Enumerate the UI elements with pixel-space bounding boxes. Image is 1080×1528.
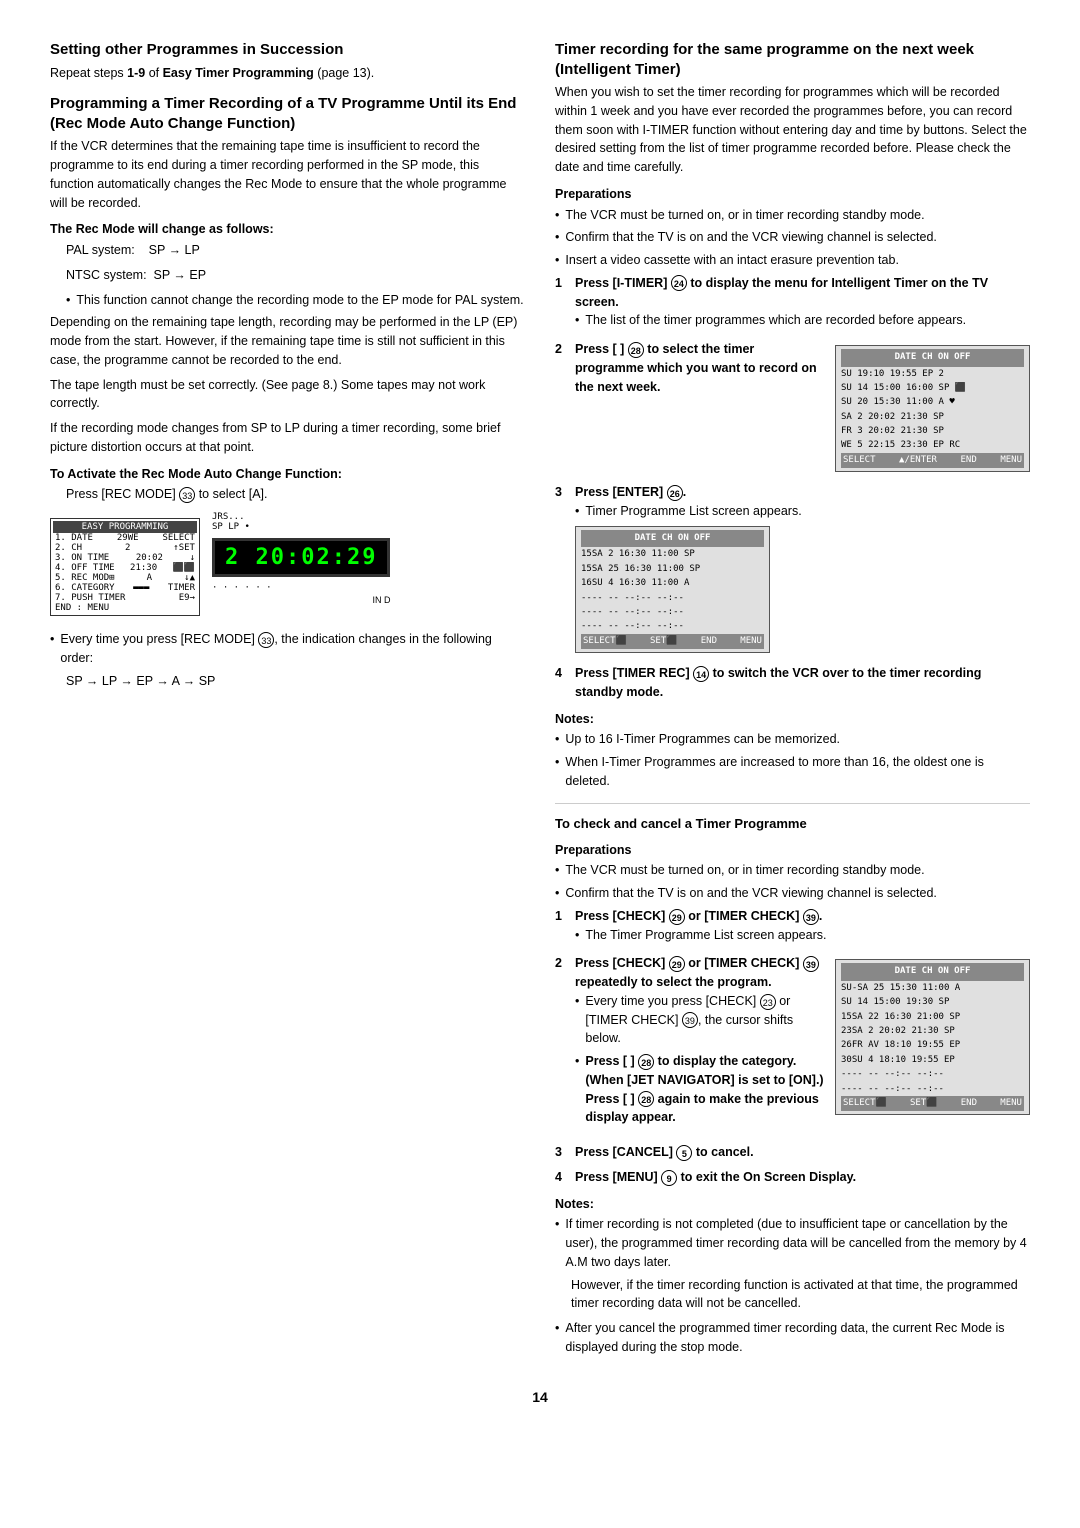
it-note2: • When I-Timer Programmes are increased … xyxy=(555,753,1030,791)
it-note1: • Up to 16 I-Timer Programmes can be mem… xyxy=(555,730,1030,749)
rec-mode-body2: Depending on the remaining tape length, … xyxy=(50,313,525,369)
it-step2: 2 Press [ ] 28 to select the timer progr… xyxy=(555,340,825,396)
activate-label: To Activate the Rec Mode Auto Change Fun… xyxy=(50,465,525,484)
cc-preparations-label: Preparations xyxy=(555,841,1030,860)
rec-mode-change-label: The Rec Mode will change as follows: xyxy=(50,220,525,239)
section-intelligent-timer: Timer recording for the same programme o… xyxy=(555,40,1030,791)
pal-system: PAL system: SP → LP xyxy=(66,241,525,260)
easy-prog-row5: 5. REC MOD⊞A↓▲ xyxy=(53,573,197,583)
easy-prog-row1: 1. DATE29WESELECT xyxy=(53,533,197,543)
rec-mode-body3: The tape length must be set correctly. (… xyxy=(50,376,525,414)
cc-osd1: DATE CH ON OFF SU-SA 25 15:30 11:00 A SU… xyxy=(835,959,1030,1115)
section-rec-mode-title: Programming a Timer Recording of a TV Pr… xyxy=(50,94,525,133)
cc-step2-content: 2 Press [CHECK] 29 or [TIMER CHECK] 39 r… xyxy=(555,954,825,1137)
intelligent-timer-title: Timer recording for the same programme o… xyxy=(555,40,1030,79)
it-osd2-header: DATE CH ON OFF xyxy=(581,530,764,548)
it-step3: 3 Press [ENTER] 26. • Timer Programme Li… xyxy=(555,483,1030,658)
easy-prog-row3: 3. ON TIME20:02↓ xyxy=(53,553,197,563)
it-osd1: DATE CH ON OFF SU 19:10 19:55 EP 2 SU 14… xyxy=(835,345,1030,472)
left-column: Setting other Programmes in Succession R… xyxy=(50,40,525,1369)
cc-final-note3: • After you cancel the programmed timer … xyxy=(555,1319,1030,1357)
it-step2-content: 2 Press [ ] 28 to select the timer progr… xyxy=(555,340,825,402)
display-unit: JRS...SP LP • 2 20:02:29 · · · · · · IN … xyxy=(212,512,390,605)
display-jrs: JRS...SP LP • xyxy=(212,512,390,532)
it-osd1-header: DATE CH ON OFF xyxy=(841,349,1024,367)
display-indicator: IN D xyxy=(212,595,390,605)
it-step1: 1 Press [I-TIMER] 24 to display the menu… xyxy=(555,274,1030,334)
it-notes-label: Notes: xyxy=(555,710,1030,729)
it-prep2: • Confirm that the TV is on and the VCR … xyxy=(555,228,1030,247)
rec-mode-note1: • This function cannot change the record… xyxy=(66,291,525,310)
cc-bullet-cat: • Press [ ] 28 to display the category. … xyxy=(575,1052,825,1127)
section-succession: Setting other Programmes in Succession R… xyxy=(50,40,525,82)
it-preparations-label: Preparations xyxy=(555,185,1030,204)
it-osd1-footer: SELECT▲/ENTERENDMENU xyxy=(841,453,1024,469)
cc-osd1-footer: SELECT⬛SET⬛ENDMENU xyxy=(841,1096,1024,1112)
easy-prog-row7: 7. PUSH TIMERE9→ xyxy=(53,593,197,603)
cc-step4: 4 Press [MENU] 9 to exit the On Screen D… xyxy=(555,1168,1030,1187)
cc-final-note2: However, if the timer recording function… xyxy=(571,1276,1030,1314)
cc-step2-row: 2 Press [CHECK] 29 or [TIMER CHECK] 39 r… xyxy=(555,954,1030,1137)
easy-prog-title: EASY PROGRAMMING xyxy=(53,521,197,533)
easy-prog-osd: EASY PROGRAMMING 1. DATE29WESELECT 2. CH… xyxy=(50,518,200,616)
it-prep3: • Insert a video cassette with an intact… xyxy=(555,251,1030,270)
display-time: 2 20:02:29 xyxy=(212,538,390,577)
cc-final-note1: • If timer recording is not completed (d… xyxy=(555,1215,1030,1271)
cc-step2: 2 Press [CHECK] 29 or [TIMER CHECK] 39 r… xyxy=(555,954,825,1131)
intelligent-timer-intro: When you wish to set the timer recording… xyxy=(555,83,1030,177)
cc-step3: 3 Press [CANCEL] 5 to cancel. xyxy=(555,1143,1030,1162)
rec-mode-body4: If the recording mode changes from SP to… xyxy=(50,419,525,457)
rec-mode-formula: SP → LP → EP → A → SP xyxy=(66,672,525,691)
section-succession-title: Setting other Programmes in Succession xyxy=(50,40,525,60)
display-dots: · · · · · · xyxy=(212,583,390,593)
it-prep1: • The VCR must be turned on, or in timer… xyxy=(555,206,1030,225)
section-check-cancel: To check and cancel a Timer Programme Pr… xyxy=(555,816,1030,1357)
it-step4: 4 Press [TIMER REC] 14 to switch the VCR… xyxy=(555,664,1030,702)
easy-prog-row-end: END : MENU xyxy=(53,603,197,613)
easy-prog-row2: 2. CH2↑SET xyxy=(53,543,197,553)
ntsc-system: NTSC system: SP → EP xyxy=(66,266,525,285)
activate-body: Press [REC MODE] 33 to select [A]. xyxy=(66,485,525,504)
easy-prog-row6: 6. CATEGORY▬▬▬TIMER xyxy=(53,583,197,593)
easy-prog-row4: 4. OFF TIME21:30⬛⬛ xyxy=(53,563,197,573)
cc-step2-note: • Every time you press [CHECK] 23 or [TI… xyxy=(575,992,825,1048)
section-succession-body: Repeat steps 1-9 of Easy Timer Programmi… xyxy=(50,64,525,83)
every-press-note: • Every time you press [REC MODE] 33, th… xyxy=(50,630,525,668)
page-number: 14 xyxy=(50,1389,1030,1405)
it-osd2-footer: SELECT⬛SET⬛ENDMENU xyxy=(581,634,764,650)
it-step2-row: 2 Press [ ] 28 to select the timer progr… xyxy=(555,340,1030,477)
section-rec-mode-body1: If the VCR determines that the remaining… xyxy=(50,137,525,212)
cc-step1-note: • The Timer Programme List screen appear… xyxy=(575,926,1030,945)
right-column: Timer recording for the same programme o… xyxy=(555,40,1030,1369)
cc-notes-label: Notes: xyxy=(555,1195,1030,1214)
it-step1-note: • The list of the timer programmes which… xyxy=(575,311,1030,330)
cc-prep1: • The VCR must be turned on, or in timer… xyxy=(555,861,1030,880)
it-step3-note: • Timer Programme List screen appears. xyxy=(575,502,1030,521)
section-rec-mode: Programming a Timer Recording of a TV Pr… xyxy=(50,94,525,690)
cc-osd1-header: DATE CH ON OFF xyxy=(841,963,1024,981)
section-divider xyxy=(555,803,1030,804)
cc-step1: 1 Press [CHECK] 29 or [TIMER CHECK] 39. … xyxy=(555,907,1030,949)
check-cancel-title: To check and cancel a Timer Programme xyxy=(555,816,1030,833)
easy-prog-display-row: EASY PROGRAMMING 1. DATE29WESELECT 2. CH… xyxy=(50,512,525,622)
it-osd2: DATE CH ON OFF 15SA 2 16:30 11:00 SP 15S… xyxy=(575,526,770,653)
cc-prep2: • Confirm that the TV is on and the VCR … xyxy=(555,884,1030,903)
